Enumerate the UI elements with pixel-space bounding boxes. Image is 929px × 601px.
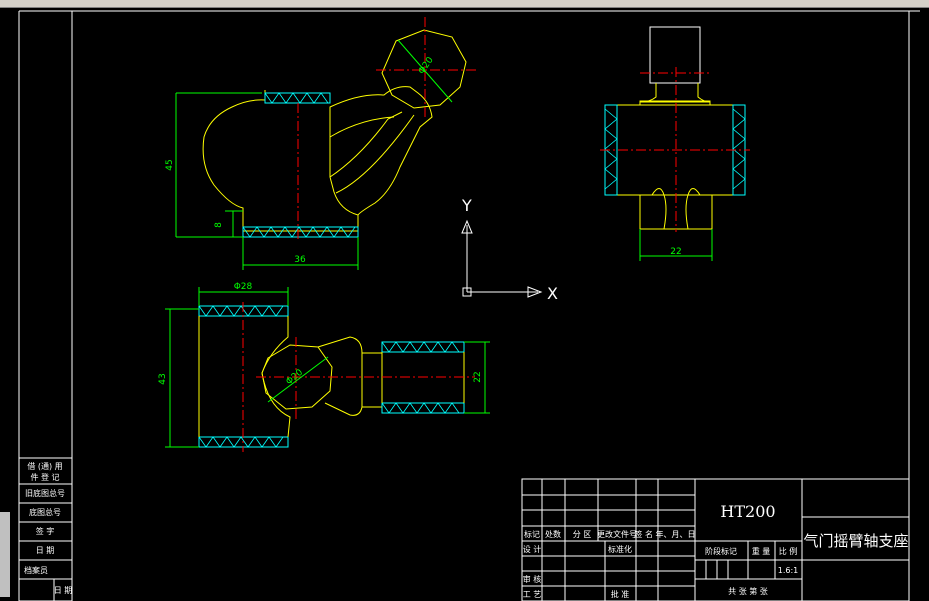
front-view: 45 8 36 Φ20 xyxy=(165,17,478,270)
dim-top-view-width: 36 xyxy=(294,255,306,265)
dim-plan-top-dia: Φ28 xyxy=(234,282,253,292)
tb-sign-date: 签 名 年、月、日 xyxy=(634,529,695,539)
ucs-icon: Y X xyxy=(461,196,558,303)
dim-top-view-step: 8 xyxy=(214,222,224,228)
ucs-y-label: Y xyxy=(461,196,472,215)
side-view: 22 xyxy=(600,26,750,261)
front-view-outline xyxy=(202,86,433,232)
left-table-r6: 日 期 xyxy=(36,546,55,555)
tb-check: 审 核 xyxy=(523,574,542,584)
left-table-r4: 底图总号 xyxy=(29,507,61,517)
tb-approve: 批 准 xyxy=(611,589,630,599)
part-name-text: 气门摇臂轴支座 xyxy=(803,532,908,550)
left-toolbar-stub[interactable] xyxy=(0,512,10,597)
dim-plan-height: 43 xyxy=(158,373,168,384)
dim-side-view-width: 22 xyxy=(670,247,681,257)
tb-zone: 分 区 xyxy=(573,530,592,539)
scale-text: 1.6:1 xyxy=(778,566,799,575)
material-text: HT200 xyxy=(720,502,775,521)
tb-weight: 重 量 xyxy=(752,546,771,556)
tb-change-doc: 更改文件号 xyxy=(597,529,637,539)
tb-ratio: 比 例 xyxy=(779,546,798,556)
left-table-r5: 签 字 xyxy=(36,526,55,536)
dim-plan-right-dia: 22 xyxy=(473,371,483,382)
tb-standardize: 标准化 xyxy=(608,544,632,554)
tb-count: 处数 xyxy=(545,529,561,539)
tb-mark: 标记 xyxy=(524,529,540,539)
left-table-r1: 借 (通) 用 xyxy=(27,461,62,471)
ucs-x-label: X xyxy=(547,284,558,303)
left-table-r8: 日 期 xyxy=(54,586,73,595)
tb-stage-mark: 阶段标记 xyxy=(705,546,737,556)
dim-plan-circle-dia: Φ20 xyxy=(284,368,305,388)
cad-drawing-canvas[interactable]: 45 8 36 Φ20 22 Y X Φ28 43 Φ20 22 借 (通) 用… xyxy=(0,7,929,601)
plan-view: Φ28 43 Φ20 22 xyxy=(158,282,490,452)
left-table-r2: 件 登 记 xyxy=(30,472,59,482)
left-table-r7: 档案员 xyxy=(24,565,48,575)
left-table-r3: 旧底图总号 xyxy=(25,488,65,498)
tb-process: 工 艺 xyxy=(523,590,542,599)
dim-top-view-circle: Φ20 xyxy=(417,55,436,76)
tb-design: 设 计 xyxy=(523,544,542,554)
left-revision-table: 借 (通) 用 件 登 记 旧底图总号 底图总号 签 字 日 期 档案员 日 期 xyxy=(18,457,73,601)
dim-top-view-height: 45 xyxy=(165,159,175,170)
title-block: HT200 气门摇臂轴支座 1.6:1 标记 处数 分 区 更改文件号 签 名 … xyxy=(521,478,910,601)
tb-sheets-total: 共 张 第 张 xyxy=(728,586,768,596)
drawing-frame xyxy=(18,10,920,601)
